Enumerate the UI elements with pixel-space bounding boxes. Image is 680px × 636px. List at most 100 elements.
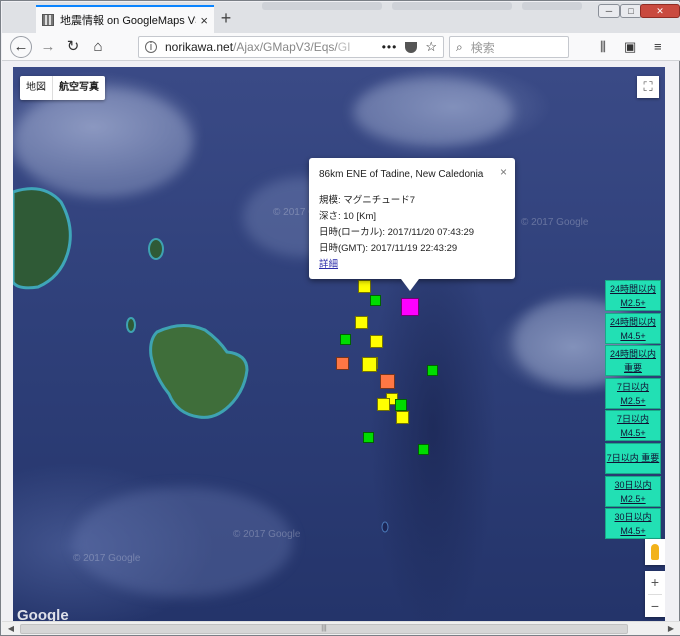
close-info-window-icon[interactable]: × [500,164,507,180]
filter-button-period: 7日以内 重要 [606,452,660,463]
background-tab[interactable] [522,2,582,10]
map-type-control: 地図 航空写真 [20,76,105,100]
filter-button[interactable]: 24時間以内 M2.5+ [605,280,661,311]
filter-button[interactable]: 7日以内 重要 [605,442,661,474]
cloud-cover [13,87,193,197]
earthquake-marker[interactable] [401,298,419,316]
menu-icon[interactable]: ≡ [654,39,662,54]
depth-text: 深さ: 10 [Km] [319,211,377,222]
search-input[interactable]: ⌕ 検索 [449,36,569,58]
filter-button-magnitude: M4.5+ [620,526,646,537]
islet [126,317,136,333]
tab-title: 地震情報 on GoogleMaps V3 [60,15,197,27]
map-type-map[interactable]: 地図 [20,76,52,100]
tab-bar: 地震情報 on GoogleMaps V3 × + ─ □ ✕ [2,2,680,33]
map-watermark: © 2017 Google [73,553,141,564]
earthquake-marker[interactable] [355,316,368,329]
forward-button[interactable]: → [37,36,59,58]
page-actions-icon[interactable]: ••• [382,40,398,54]
close-tab-icon[interactable]: × [200,13,208,28]
background-tab[interactable] [262,2,382,10]
earthquake-marker[interactable] [377,398,390,411]
scroll-right-icon[interactable]: ▶ [664,622,678,636]
map-canvas[interactable]: © 2017 Google © 2017 Google © 2017 Googl… [13,67,665,623]
filter-button[interactable]: 7日以内 M2.5+ [605,377,661,409]
navigation-bar: ← → ↻ ⌂ i norikawa.net/Ajax/GMapV3/Eqs/G… [2,33,680,61]
back-button[interactable]: ← [10,36,32,58]
filter-button-magnitude: M2.5+ [620,395,646,406]
zoom-in-button[interactable]: + [645,571,665,594]
filter-button-magnitude: M4.5+ [620,428,646,439]
library-icon[interactable]: ⫼ [600,39,606,55]
address-bar[interactable]: i norikawa.net/Ajax/GMapV3/Eqs/GI ••• ☆ [138,36,444,58]
filter-button-period: 7日以内 [616,381,649,392]
earthquake-marker[interactable] [370,295,381,306]
earthquake-marker[interactable] [370,335,383,348]
info-window-title: 86km ENE of Tadine, New Caledonia [319,169,484,180]
filter-button[interactable]: 24時間以内 重要 [605,345,661,377]
site-info-icon[interactable]: i [145,41,157,53]
info-window: × 86km ENE of Tadine, New Caledonia 規模: … [309,158,515,279]
url-text[interactable]: norikawa.net/Ajax/GMapV3/Eqs/GI [165,40,382,54]
filter-button-magnitude: 重要 [623,363,642,374]
pocket-icon[interactable] [405,41,418,53]
url-path: /Ajax/GMapV3/Eqs/ [233,40,338,54]
map-type-satellite[interactable]: 航空写真 [52,76,105,100]
filter-button-period: 24時間以内 [609,316,656,327]
new-tab-button[interactable]: + [216,8,236,29]
local-time-text: 日時(ローカル): 2017/11/20 07:43:29 [319,227,475,238]
street-view-pegman-icon[interactable] [645,539,665,565]
earthquake-marker[interactable] [380,374,395,389]
home-icon[interactable]: ⌂ [87,36,109,58]
scrollbar-thumb[interactable]: ||| [20,624,628,634]
horizontal-scrollbar[interactable]: ◀ ||| ▶ [2,621,680,635]
maximize-button[interactable]: □ [620,4,642,18]
zoom-control: + − [645,571,665,617]
filter-button-magnitude: M2.5+ [620,298,646,308]
scroll-left-icon[interactable]: ◀ [4,622,18,636]
search-icon: ⌕ [456,39,463,54]
earthquake-marker[interactable] [396,411,409,424]
minimize-button[interactable]: ─ [598,4,620,18]
earthquake-marker[interactable] [418,444,429,455]
earthquake-marker[interactable] [340,334,351,345]
info-window-pointer [401,279,419,291]
background-tab[interactable] [392,2,512,10]
filter-button[interactable]: 30日以内 M2.5+ [605,475,661,507]
reload-button[interactable]: ↻ [62,36,84,58]
filter-button[interactable]: 7日以内 M4.5+ [605,410,661,442]
filter-button[interactable]: 30日以内 M4.5+ [605,508,661,540]
cloud-cover [353,77,513,147]
search-placeholder: 検索 [470,40,495,55]
filter-button-magnitude: M4.5+ [620,330,646,341]
earthquake-marker[interactable] [427,365,438,376]
browser-window: 地震情報 on GoogleMaps V3 × + ─ □ ✕ ← → ↻ ⌂ … [0,0,680,636]
sidebar-icon[interactable]: ▣ [624,39,636,55]
bookmark-star-icon[interactable]: ☆ [425,39,437,55]
islet [148,238,164,260]
detail-link[interactable]: 詳細 [319,259,338,270]
filter-button-panel: 24時間以内 M2.5+ 24時間以内 M4.5+ 24時間以内 重要 7日以内 M2.5+ 7… [605,280,661,541]
earthquake-marker[interactable] [358,280,371,293]
url-domain: norikawa.net [165,40,234,54]
filter-button[interactable]: 24時間以内 M4.5+ [605,312,661,344]
url-faded: GI [337,40,351,54]
close-window-button[interactable]: ✕ [640,4,680,18]
island-left [13,187,72,290]
earthquake-marker[interactable] [395,399,407,411]
filter-button-period: 30日以内 [614,479,652,490]
earthquake-marker[interactable] [362,357,377,372]
earthquake-marker[interactable] [363,432,374,443]
map-watermark: © 2017 Google [521,217,589,228]
islet [381,521,389,533]
site-favicon-icon [42,14,54,26]
fullscreen-icon[interactable]: ⛶ [637,76,659,98]
filter-button-period: 7日以内 [616,414,649,425]
gmt-time-text: 日時(GMT): 2017/11/19 22:43:29 [319,243,458,254]
zoom-out-button[interactable]: − [645,595,665,618]
earthquake-marker[interactable] [336,357,349,370]
active-tab[interactable]: 地震情報 on GoogleMaps V3 × [36,5,214,33]
filter-button-period: 24時間以内 [609,284,656,294]
cloud-cover [73,487,293,597]
island-mare [149,324,249,419]
